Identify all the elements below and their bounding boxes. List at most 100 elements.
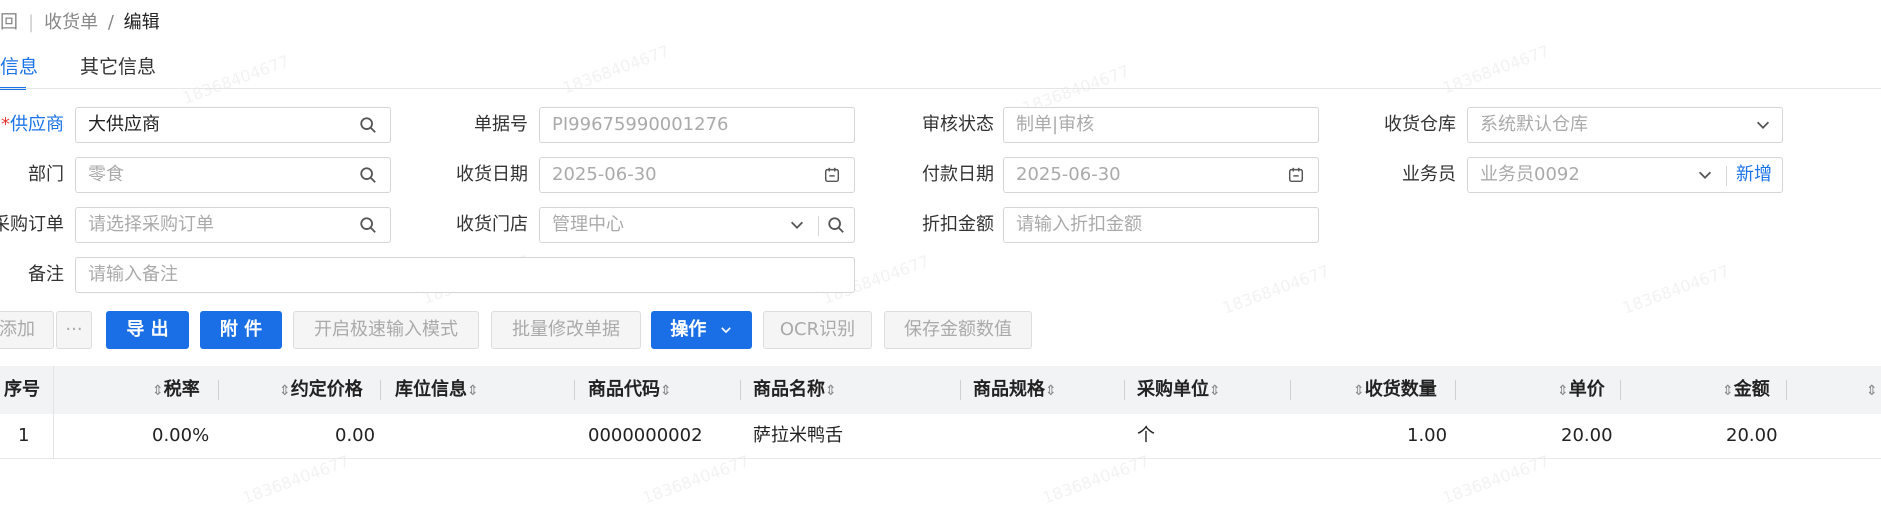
watermark: 18368404677 (560, 41, 672, 98)
column-divider (53, 366, 54, 458)
cell-price: 0.00 (335, 425, 376, 446)
col-header-name[interactable]: 商品名称⇕ (753, 366, 837, 415)
salesman-select[interactable]: 业务员0092 新增 (1467, 157, 1783, 193)
cell-qty: 1.00 (1407, 425, 1448, 446)
add-salesman-link[interactable]: 新增 (1736, 158, 1772, 192)
sort-icon[interactable]: ⇕ (1353, 383, 1365, 399)
col-header-price[interactable]: ⇕约定价格 (279, 366, 363, 415)
calendar-icon[interactable] (823, 166, 841, 184)
export-button[interactable]: 导 出 (106, 311, 189, 349)
tab-other-info[interactable]: 其它信息 (80, 52, 156, 79)
column-divider (740, 380, 741, 400)
search-icon[interactable] (827, 216, 845, 234)
sort-icon[interactable]: ⇕ (1722, 383, 1734, 399)
breadcrumb-parent[interactable]: 收货单 (44, 12, 98, 33)
sort-icon[interactable]: ⇕ (660, 383, 672, 399)
column-divider (1290, 380, 1291, 400)
sort-icon[interactable]: ⇕ (1866, 366, 1878, 415)
pay-date-value: 2025-06-30 (1016, 164, 1121, 185)
operations-dropdown-button[interactable]: 操作 (651, 311, 752, 349)
col-header-qty[interactable]: ⇕收货数量 (1353, 366, 1437, 415)
col-header-code[interactable]: 商品代码⇕ (588, 366, 672, 415)
pay-date-label: 付款日期 (922, 164, 994, 185)
search-icon[interactable] (359, 116, 377, 134)
doc-no-value: PI99675990001276 (552, 114, 729, 135)
col-header-unit-price[interactable]: ⇕单价 (1557, 366, 1605, 415)
save-amount-button[interactable]: 保存金额数值 (884, 311, 1032, 349)
more-button-label: ··· (65, 319, 83, 340)
supplier-field[interactable]: 大供应商 (75, 107, 391, 143)
add-button[interactable]: 添加 (0, 311, 54, 349)
column-divider (1786, 380, 1787, 400)
warehouse-select[interactable]: 系统默认仓库 (1467, 107, 1783, 143)
discount-label: 折扣金额 (922, 214, 994, 235)
sort-icon[interactable]: ⇕ (152, 383, 164, 399)
search-icon[interactable] (359, 216, 377, 234)
calendar-icon[interactable] (1287, 166, 1305, 184)
purchase-order-field[interactable]: 请选择采购订单 (75, 207, 391, 243)
breadcrumb-separator: / (107, 12, 114, 33)
search-icon[interactable] (359, 166, 377, 184)
column-divider (960, 380, 961, 400)
remark-field[interactable]: 请输入备注 (75, 257, 855, 293)
operations-label: 操作 (670, 319, 707, 340)
col-header-tax[interactable]: ⇕税率 (152, 366, 200, 415)
cell-code: 0000000002 (588, 425, 703, 446)
pay-date-field[interactable]: 2025-06-30 (1003, 157, 1319, 193)
receive-date-field[interactable]: 2025-06-30 (539, 157, 855, 193)
column-divider (218, 380, 219, 400)
chevron-down-icon (1756, 121, 1770, 129)
col-header-unit[interactable]: 采购单位⇕ (1137, 366, 1221, 415)
column-divider (1620, 380, 1621, 400)
tab-info[interactable]: 信息 (0, 52, 38, 79)
store-label: 收货门店 (456, 214, 528, 235)
receive-date-value: 2025-06-30 (552, 164, 657, 185)
audit-status-label: 审核状态 (922, 114, 994, 135)
discount-field[interactable]: 请输入折扣金额 (1003, 207, 1319, 243)
department-value: 零食 (88, 164, 124, 185)
col-header-location[interactable]: 库位信息⇕ (395, 366, 479, 415)
cell-unit: 个 (1137, 425, 1155, 446)
watermark: 18368404677 (180, 51, 292, 108)
watermark: 18368404677 (1440, 41, 1552, 98)
sort-icon[interactable]: ⇕ (279, 383, 291, 399)
back-link[interactable]: 回 (0, 12, 18, 33)
column-divider (574, 380, 575, 400)
sort-icon[interactable]: ⇕ (467, 383, 479, 399)
salesman-label: 业务员 (1402, 164, 1456, 185)
doc-no-label: 单据号 (474, 114, 528, 135)
cell-name: 萨拉米鸭舌 (753, 425, 843, 446)
col-header-spec[interactable]: 商品规格⇕ (973, 366, 1057, 415)
sort-icon[interactable]: ⇕ (1045, 383, 1057, 399)
department-field[interactable]: 零食 (75, 157, 391, 193)
supplier-value: 大供应商 (88, 114, 160, 135)
chevron-down-icon (790, 221, 804, 229)
col-header-amount[interactable]: ⇕金额 (1722, 366, 1770, 415)
divider (818, 216, 819, 236)
batch-edit-button[interactable]: 批量修改单据 (491, 311, 641, 349)
watermark: 18368404677 (1040, 451, 1152, 508)
column-divider (1455, 380, 1456, 400)
attachment-button[interactable]: 附 件 (200, 311, 282, 349)
ocr-button-label: OCR识别 (779, 319, 856, 340)
remark-label: 备注 (28, 264, 64, 285)
discount-placeholder: 请输入折扣金额 (1016, 214, 1142, 235)
ocr-button[interactable]: OCR识别 (763, 311, 872, 349)
col-header-seq: 序号 (4, 379, 40, 400)
sort-icon[interactable]: ⇕ (1209, 383, 1221, 399)
divider (1726, 166, 1727, 186)
more-button[interactable]: ··· (56, 311, 92, 349)
sort-icon[interactable]: ⇕ (825, 383, 837, 399)
receive-date-label: 收货日期 (456, 164, 528, 185)
watermark: 18368404677 (240, 451, 352, 508)
fast-input-mode-button[interactable]: 开启极速输入模式 (293, 311, 479, 349)
table-row[interactable]: 1 0.00% 0.00 0000000002 萨拉米鸭舌 个 1.00 20.… (0, 414, 1881, 459)
table-header: 序号 ⇕税率 ⇕约定价格 库位信息⇕ 商品代码⇕ 商品名称⇕ 商品规格⇕ 采购单… (0, 366, 1881, 414)
sort-icon[interactable]: ⇕ (1557, 383, 1569, 399)
export-button-label: 导 出 (126, 319, 169, 340)
cell-amount: 20.00 (1726, 425, 1778, 446)
column-divider (1124, 380, 1125, 400)
store-select[interactable]: 管理中心 (539, 207, 855, 243)
store-value: 管理中心 (552, 214, 624, 235)
fast-input-mode-label: 开启极速输入模式 (314, 319, 458, 340)
